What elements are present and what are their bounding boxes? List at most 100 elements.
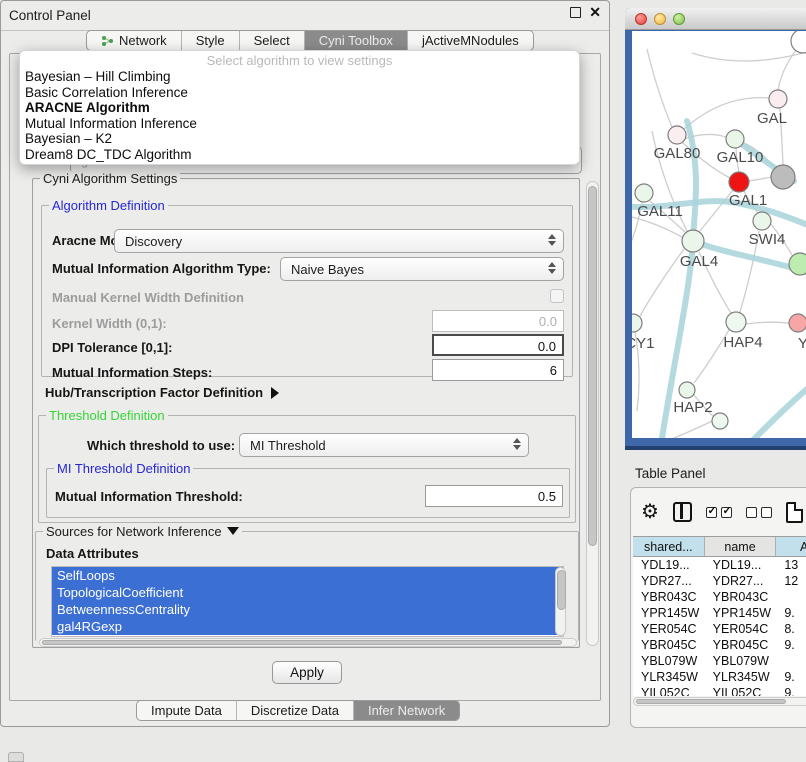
settings-vscrollbar-thumb[interactable] — [588, 186, 597, 546]
minimize-window-icon[interactable] — [654, 13, 666, 25]
zoom-window-icon[interactable] — [673, 13, 685, 25]
table-row[interactable]: YPR145WYPR145W9. — [633, 605, 806, 621]
mi-type-combobox[interactable]: Naive Bayes — [280, 257, 564, 281]
expand-arrow-icon[interactable] — [271, 387, 279, 399]
table-row[interactable]: YIL052CYIL052C9. — [633, 685, 806, 696]
mi-steps-label: Mutual Information Steps: — [52, 365, 212, 380]
hub-definition-label: Hub/Transcription Factor Definition — [45, 385, 263, 400]
sources-hscrollbar[interactable] — [39, 638, 577, 647]
kernel-width-field[interactable]: 0.0 — [432, 310, 564, 332]
tab-style[interactable]: Style — [182, 31, 240, 50]
which-threshold-combobox[interactable]: MI Threshold — [239, 433, 529, 457]
network-node[interactable] — [635, 184, 653, 202]
tab-infer-network[interactable]: Infer Network — [354, 701, 459, 720]
tab-cyni-toolbox[interactable]: Cyni Toolbox — [305, 31, 408, 50]
table-row[interactable]: YDR27...YDR27...12 — [633, 573, 806, 589]
tab-network[interactable]: Network — [87, 31, 182, 50]
tab-impute-data[interactable]: Impute Data — [137, 701, 237, 720]
data-attribute-item[interactable]: TopologicalCoefficient — [52, 584, 563, 601]
table-row[interactable]: YBR043CYBR043C — [633, 589, 806, 605]
table-hscrollbar-thumb[interactable] — [636, 699, 786, 704]
close-window-icon[interactable] — [635, 13, 647, 25]
table-cell: 13 — [776, 557, 806, 573]
table-cell: YBR045C — [633, 637, 705, 653]
network-node[interactable] — [712, 413, 728, 429]
attributes-vscrollbar-thumb[interactable] — [557, 570, 566, 610]
network-view-window[interactable]: GALGAL80GAL10GAL1GAL11SWI4GAL4GCY1HAP4YH… — [625, 8, 806, 450]
network-node[interactable] — [789, 314, 806, 332]
float-panel-icon[interactable] — [570, 7, 581, 18]
threshold-definition-title: Threshold Definition — [46, 408, 168, 423]
tab-discretize-data[interactable]: Discretize Data — [237, 701, 354, 720]
table-cell: 9. — [776, 605, 806, 621]
network-node[interactable] — [632, 314, 642, 332]
collapsed-panel-chip[interactable] — [8, 752, 24, 762]
table-cell — [776, 589, 806, 605]
table-cell: 9. — [776, 637, 806, 653]
hub-definition-toggle[interactable]: Hub/Transcription Factor Definition — [45, 385, 279, 400]
network-node[interactable] — [753, 212, 771, 230]
collapse-arrow-icon[interactable] — [227, 527, 239, 535]
algorithm-dropdown: Select algorithm to view settings Bayesi… — [19, 50, 580, 165]
network-node[interactable] — [668, 126, 686, 144]
data-attribute-item[interactable]: SelfLoops — [52, 567, 563, 584]
dpi-tolerance-field[interactable]: 0.0 — [432, 334, 564, 356]
deselect-all-columns-button[interactable] — [746, 507, 772, 518]
sources-hscrollbar-thumb[interactable] — [42, 640, 562, 645]
export-table-icon[interactable] — [786, 502, 803, 523]
settings-vscrollbar[interactable] — [586, 181, 599, 646]
manual-kernel-checkbox[interactable] — [550, 289, 564, 303]
close-panel-icon[interactable]: ✕ — [589, 7, 601, 18]
network-node[interactable] — [726, 130, 744, 148]
network-node[interactable] — [682, 230, 704, 252]
table-toolbar: ⚙ — [641, 498, 803, 526]
network-node-label: GAL4 — [680, 253, 718, 270]
network-node[interactable] — [729, 172, 749, 192]
network-node[interactable] — [769, 90, 787, 108]
table-row[interactable]: YLR345WYLR345W9. — [633, 669, 806, 685]
table-cell: 9. — [776, 685, 806, 696]
table-row[interactable]: YER054CYER054C8. — [633, 621, 806, 637]
tab-select[interactable]: Select — [240, 31, 305, 50]
network-node[interactable] — [679, 382, 695, 398]
data-attributes-list[interactable]: SelfLoopsTopologicalCoefficientBetweenne… — [51, 566, 564, 637]
network-node[interactable] — [789, 253, 806, 275]
table-cell: YER054C — [633, 621, 705, 637]
algorithm-option[interactable]: Bayesian – Hill Climbing — [20, 69, 579, 85]
column-header[interactable]: A — [776, 537, 806, 556]
table-row[interactable]: YDL19...YDL19...13 — [633, 557, 806, 573]
network-node[interactable] — [726, 312, 746, 332]
gear-icon[interactable]: ⚙ — [641, 502, 659, 522]
mi-steps-field[interactable]: 6 — [432, 359, 564, 381]
select-all-columns-button[interactable] — [706, 507, 732, 518]
attributes-vscrollbar[interactable] — [555, 567, 566, 636]
network-node[interactable] — [771, 165, 795, 189]
table-row[interactable]: YBR045CYBR045C9. — [633, 637, 806, 653]
algorithm-option[interactable]: Basic Correlation Inference — [20, 85, 579, 101]
data-attribute-item[interactable]: gal4RGexp — [52, 618, 563, 635]
table-cell: YBR043C — [705, 589, 777, 605]
sources-title-row[interactable]: Sources for Network Inference — [43, 524, 242, 539]
algorithm-option[interactable]: Dream8 DC_TDC Algorithm — [20, 147, 579, 163]
tab-jactivemnodules[interactable]: jActiveMNodules — [408, 31, 533, 50]
network-canvas[interactable]: GALGAL80GAL10GAL1GAL11SWI4GAL4GCY1HAP4YH… — [632, 31, 806, 438]
data-attribute-item[interactable]: BetweennessCentrality — [52, 601, 563, 618]
network-edge — [748, 177, 772, 181]
columns-icon[interactable] — [673, 502, 692, 522]
network-node[interactable] — [791, 31, 806, 53]
table-hscrollbar[interactable] — [633, 697, 806, 706]
algorithm-option[interactable]: Mutual Information Inference — [20, 116, 579, 132]
apply-button[interactable]: Apply — [272, 661, 342, 684]
algorithm-option[interactable]: Bayesian – K2 — [20, 131, 579, 147]
column-header[interactable]: name — [705, 537, 777, 556]
aracne-mode-combobox[interactable]: Discovery — [114, 229, 564, 253]
table-body: YDL19...YDL19...13YDR27...YDR27...12YBR0… — [633, 557, 806, 696]
mi-threshold-field[interactable]: 0.5 — [425, 485, 563, 507]
table-row[interactable]: YBL079WYBL079W — [633, 653, 806, 669]
column-header[interactable]: shared... — [633, 537, 705, 556]
network-node-label: GAL10 — [717, 149, 764, 166]
algorithm-option[interactable]: ARACNE Algorithm — [20, 100, 579, 116]
network-edge — [640, 249, 684, 316]
unchecked-box-icon — [746, 507, 757, 518]
network-window-titlebar[interactable] — [625, 8, 806, 30]
